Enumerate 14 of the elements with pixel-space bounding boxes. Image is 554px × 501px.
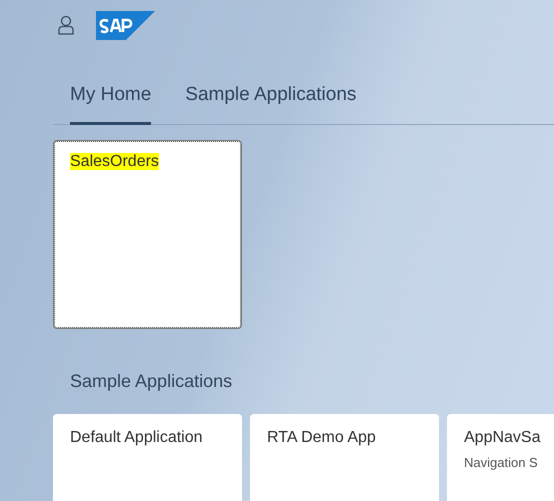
app-tile[interactable]: AppNavSa Navigation S (447, 414, 554, 501)
app-tile[interactable]: Default Application (53, 414, 242, 501)
tab[interactable]: My Home (70, 78, 152, 125)
tile-title: SalesOrders (70, 153, 159, 170)
user-icon[interactable] (58, 15, 74, 35)
tile-title: Default Application (70, 429, 203, 446)
tab[interactable]: Sample Applications (185, 78, 356, 125)
tile-title: RTA Demo App (267, 429, 376, 446)
logo-icon[interactable] (96, 10, 155, 40)
group-title: Sample Applications (70, 371, 234, 392)
tile-title: AppNavSa (464, 429, 540, 446)
tile-subtitle: Navigation S (464, 455, 539, 470)
app-tile[interactable]: SalesOrders (53, 140, 242, 329)
app-tile[interactable]: RTA Demo App (250, 414, 439, 501)
